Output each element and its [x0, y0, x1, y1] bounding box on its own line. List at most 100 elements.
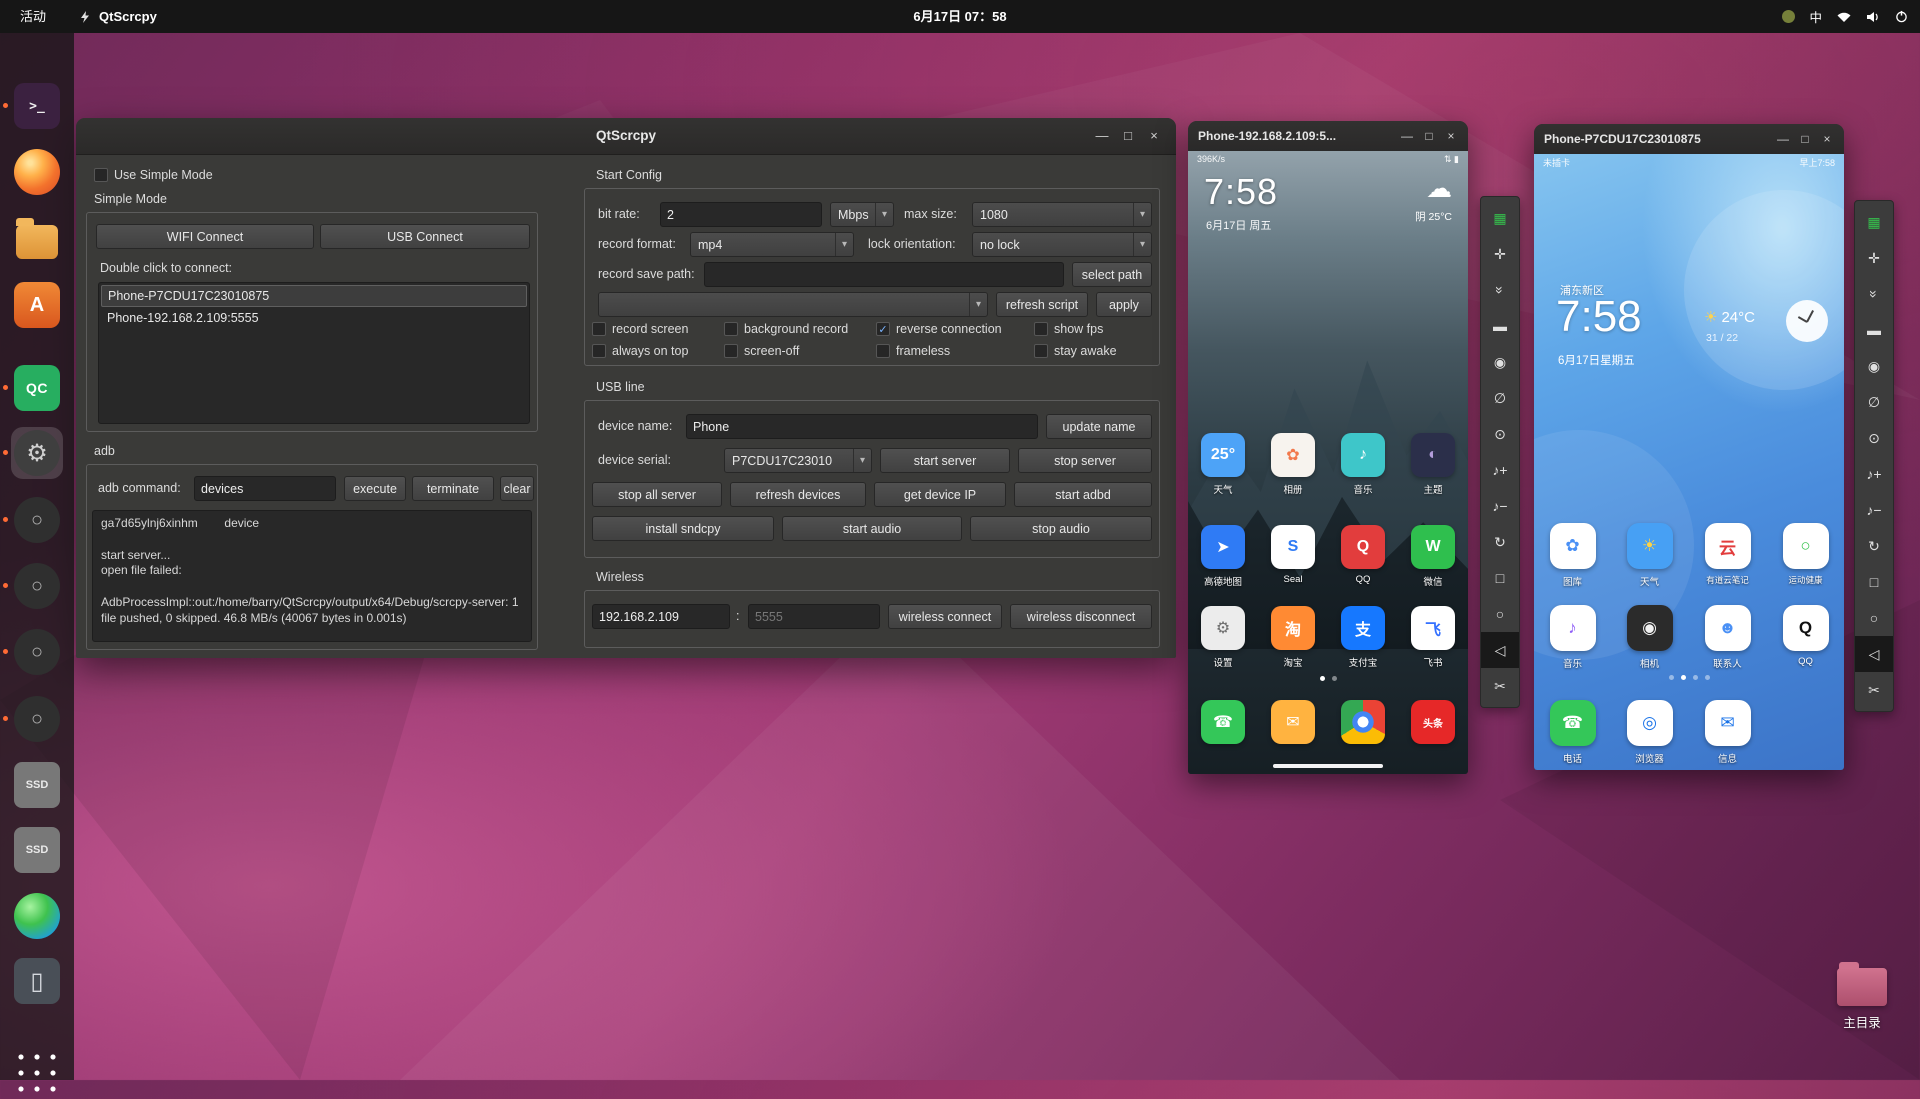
touch-icon[interactable]: ▬ [1481, 308, 1519, 344]
bit-rate-input[interactable] [660, 202, 822, 227]
use-simple-mode-checkbox[interactable]: Use Simple Mode [94, 168, 213, 182]
app-phone-icon[interactable]: ☎ [1201, 700, 1245, 744]
stop-all-server-button[interactable]: stop all server [592, 482, 722, 507]
dock-item-phone-device-1[interactable]: ○ [3, 494, 63, 546]
analog-clock-widget[interactable] [1786, 300, 1828, 342]
app-qq[interactable]: Q QQ [1767, 605, 1844, 667]
reverse-connection-checkbox[interactable]: ✓ reverse connection [876, 322, 1002, 336]
volume-down-icon[interactable]: ♪− [1855, 492, 1893, 528]
app-weather-icon[interactable]: ☀ [1626, 523, 1673, 569]
app-wechat[interactable]: W 微信 [1398, 525, 1468, 588]
app-phone[interactable]: ☎ 电话 [1534, 700, 1611, 765]
record-screen-checkbox[interactable]: record screen [592, 322, 688, 336]
screenshot-icon[interactable]: ✂ [1481, 668, 1519, 704]
app-qq-icon[interactable]: Q [1782, 605, 1829, 651]
start-audio-button[interactable]: start audio [782, 516, 962, 541]
bit-rate-unit-select[interactable]: Mbps ▾ [830, 202, 894, 227]
dock-item-firefox[interactable] [11, 146, 63, 198]
volume-down-icon[interactable]: ♪− [1481, 488, 1519, 524]
app-feishu[interactable]: 飞飞书 [1398, 606, 1468, 669]
maximize-button[interactable]: □ [1118, 118, 1138, 154]
device-serial-select[interactable]: P7CDU17C23010 ▾ [724, 448, 872, 473]
app-albums-icon[interactable]: ✿ [1271, 433, 1315, 477]
app-qq[interactable]: Q QQ [1328, 525, 1398, 585]
app-settings-icon[interactable]: ⚙ [1201, 606, 1245, 650]
dock-item-files[interactable] [11, 213, 63, 265]
app-seal[interactable]: S Seal [1258, 525, 1328, 585]
background-record-checkbox[interactable]: background record [724, 322, 848, 336]
app-music-icon[interactable]: ♪ [1341, 433, 1385, 477]
screen-on-icon[interactable]: ◉ [1481, 344, 1519, 380]
power-icon[interactable] [1895, 10, 1908, 23]
wireless-ip-input[interactable] [592, 604, 730, 629]
max-size-select[interactable]: 1080 ▾ [972, 202, 1152, 227]
apply-button[interactable]: apply [1096, 292, 1152, 317]
script-select[interactable]: ▾ [598, 292, 988, 317]
app-weather-icon[interactable]: 25° [1201, 433, 1245, 477]
app-toutiao-icon[interactable]: 头条 [1411, 700, 1455, 744]
lock-orientation-select[interactable]: no lock ▾ [972, 232, 1152, 257]
phone2-screen[interactable]: 未插卡 早上7:58 浦东新区 7:58 ☀ 24°C 31 / 22 6月17… [1534, 154, 1844, 770]
wireless-disconnect-button[interactable]: wireless disconnect [1010, 604, 1152, 629]
app-contacts-icon[interactable]: ☻ [1704, 605, 1751, 651]
app-qq-icon[interactable]: Q [1341, 525, 1385, 569]
app-messages-icon[interactable]: ✉ [1271, 700, 1315, 744]
app-taobao-icon[interactable]: 淘 [1271, 606, 1315, 650]
app-gallery-icon[interactable]: ✿ [1549, 523, 1596, 569]
dock-item-phone-device-2[interactable]: ○ [3, 560, 63, 612]
app-seal-icon[interactable]: S [1271, 525, 1315, 569]
close-button[interactable]: × [1818, 124, 1836, 154]
maximize-button[interactable]: □ [1796, 124, 1814, 154]
gesture-home-bar[interactable] [1273, 764, 1383, 768]
dock-item-qt-creator[interactable]: QC [3, 362, 63, 414]
hide-panel-icon[interactable]: » [1481, 272, 1519, 308]
dock-item-phone-device-4[interactable]: ○ [3, 693, 63, 745]
terminate-button[interactable]: terminate [412, 476, 494, 501]
rotate-icon[interactable]: ↻ [1855, 528, 1893, 564]
refresh-devices-button[interactable]: refresh devices [730, 482, 866, 507]
phone1-titlebar[interactable]: Phone-192.168.2.109:5... — □ × [1188, 121, 1468, 152]
app-switch-icon[interactable]: □ [1855, 564, 1893, 600]
app-alipay[interactable]: 支支付宝 [1328, 606, 1398, 669]
volume-up-icon[interactable]: ♪+ [1481, 452, 1519, 488]
group-control-icon[interactable]: ▦ [1481, 200, 1519, 236]
phone2-titlebar[interactable]: Phone-P7CDU17C23010875 — □ × [1534, 124, 1844, 155]
screen-on-icon[interactable]: ◉ [1855, 348, 1893, 384]
screenshot-icon[interactable]: ✂ [1855, 672, 1893, 708]
app-health[interactable]: ○ 运动健康 [1767, 523, 1844, 586]
app-youdao-note-icon[interactable]: 云 [1704, 523, 1751, 569]
maximize-button[interactable]: □ [1420, 121, 1438, 151]
fullscreen-icon[interactable]: ✛ [1855, 240, 1893, 276]
app-camera[interactable]: ◉ 相机 [1611, 605, 1688, 670]
select-path-button[interactable]: select path [1072, 262, 1152, 287]
usb-connect-button[interactable]: USB Connect [320, 224, 530, 249]
app-messages[interactable]: ✉ [1258, 700, 1328, 744]
wifi-icon[interactable] [1836, 11, 1852, 23]
stop-server-button[interactable]: stop server [1018, 448, 1152, 473]
minimize-button[interactable]: — [1398, 121, 1416, 151]
app-alipay-icon[interactable]: 支 [1341, 606, 1385, 650]
refresh-script-button[interactable]: refresh script [996, 292, 1088, 317]
group-control-icon[interactable]: ▦ [1855, 204, 1893, 240]
install-sndcpy-button[interactable]: install sndcpy [592, 516, 774, 541]
clock[interactable]: 6月17日 07：58 [913, 0, 1006, 33]
app-camera-icon[interactable]: ◉ [1626, 605, 1673, 651]
volume-icon[interactable] [1866, 11, 1881, 23]
back-icon[interactable]: ◁ [1855, 636, 1893, 672]
dock-item-terminal[interactable]: >_ [3, 80, 63, 132]
app-toutiao[interactable]: 头条 [1398, 700, 1468, 744]
screen-off-icon[interactable]: ∅ [1481, 380, 1519, 416]
fullscreen-icon[interactable]: ✛ [1481, 236, 1519, 272]
app-taobao[interactable]: 淘淘宝 [1258, 606, 1328, 669]
close-button[interactable]: × [1144, 118, 1164, 154]
app-weather[interactable]: 25° 天气 [1188, 433, 1258, 496]
touch-icon[interactable]: ▬ [1855, 312, 1893, 348]
adb-command-input[interactable] [194, 476, 336, 501]
app-youdao-note[interactable]: 云有道云笔记 [1689, 523, 1766, 586]
close-button[interactable]: × [1442, 121, 1460, 151]
app-music[interactable]: ♪ 音乐 [1328, 433, 1398, 496]
hide-panel-icon[interactable]: » [1855, 276, 1893, 312]
always-on-top-checkbox[interactable]: always on top [592, 344, 688, 358]
wireless-connect-button[interactable]: wireless connect [888, 604, 1002, 629]
app-music-icon[interactable]: ♪ [1549, 605, 1596, 651]
